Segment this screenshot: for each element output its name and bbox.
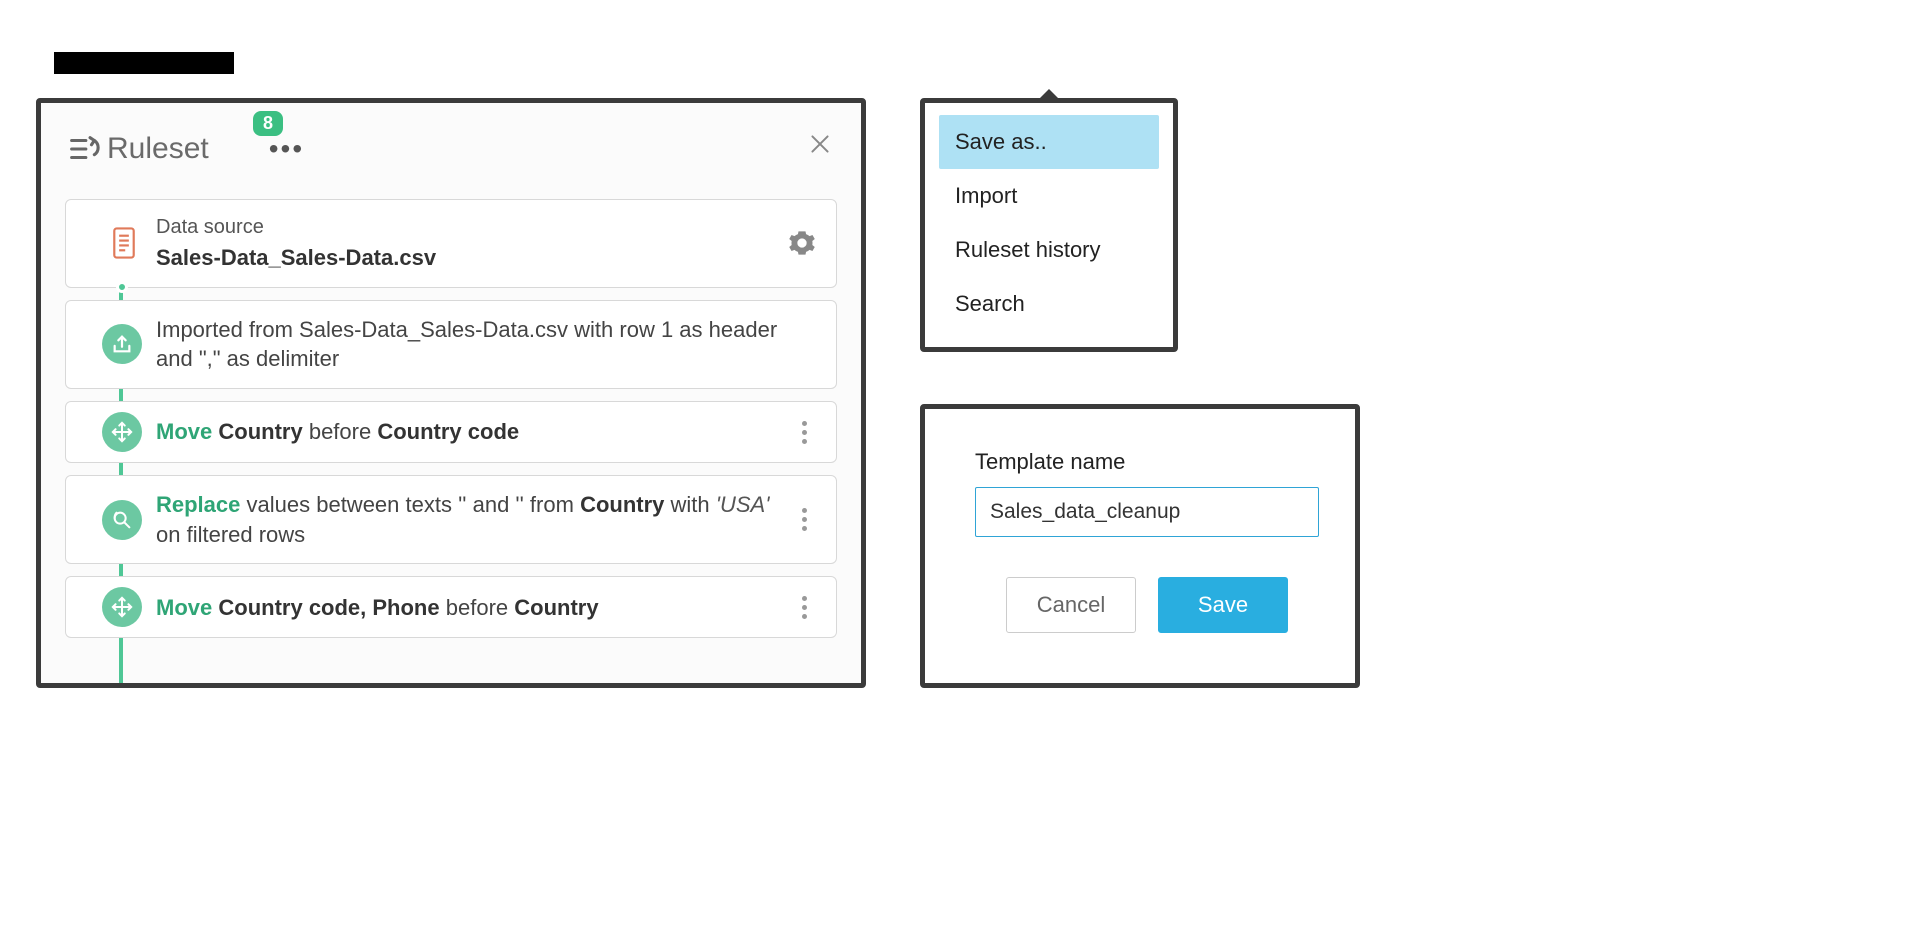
- rule-step-text: Imported from Sales-Data_Sales-Data.csv …: [156, 315, 816, 374]
- rule-step-move[interactable]: Move Country before Country code: [65, 401, 837, 463]
- menu-item-import[interactable]: Import: [939, 169, 1159, 223]
- rule-action: Move: [156, 419, 212, 444]
- menu-item-ruleset-history[interactable]: Ruleset history: [939, 223, 1159, 277]
- ruleset-header: Ruleset 8 •••: [65, 121, 837, 177]
- kebab-menu-icon[interactable]: [792, 421, 816, 444]
- ruleset-more-button[interactable]: •••: [269, 133, 304, 165]
- dialog-buttons: Cancel Save: [975, 577, 1319, 633]
- close-icon[interactable]: [807, 131, 833, 157]
- rule-step-text: Move Country code, Phone before Country: [156, 593, 792, 623]
- redacted-label: [54, 52, 234, 74]
- kebab-menu-icon[interactable]: [792, 508, 816, 531]
- data-source-label: Data source: [156, 214, 788, 241]
- data-source-filename: Sales-Data_Sales-Data.csv: [156, 245, 436, 270]
- rule-target: Country: [514, 595, 598, 620]
- rule-step-replace[interactable]: Replace values between texts '' and '' f…: [65, 475, 837, 564]
- rule-text-segment: with: [671, 492, 710, 517]
- import-icon: [102, 324, 142, 364]
- context-menu: Save as..ImportRuleset historySearch: [920, 98, 1178, 352]
- menu-item-save-as[interactable]: Save as..: [939, 115, 1159, 169]
- rule-columns: Country: [218, 419, 302, 444]
- rule-target: Country code: [377, 419, 519, 444]
- kebab-menu-icon[interactable]: [792, 596, 816, 619]
- rule-text-segment: values between texts '' and '' from: [247, 492, 574, 517]
- ruleset-icon: [65, 131, 101, 167]
- rule-step-move[interactable]: Move Country code, Phone before Country: [65, 576, 837, 638]
- rule-step-text: Replace values between texts '' and '' f…: [156, 490, 792, 549]
- data-source-text: Data source Sales-Data_Sales-Data.csv: [156, 214, 788, 273]
- replace-icon: [102, 500, 142, 540]
- ruleset-panel: Ruleset 8 ••• Data source: [36, 98, 866, 688]
- move-icon: [102, 587, 142, 627]
- data-source-card[interactable]: Data source Sales-Data_Sales-Data.csv: [65, 199, 837, 288]
- rule-step-text: Move Country before Country code: [156, 417, 792, 447]
- menu-item-search[interactable]: Search: [939, 277, 1159, 331]
- rule-relation: before: [309, 419, 371, 444]
- rule-columns: Country: [580, 492, 664, 517]
- gear-icon[interactable]: [788, 229, 816, 257]
- template-name-input[interactable]: [975, 487, 1319, 537]
- ruleset-count-badge: 8: [253, 111, 283, 136]
- save-button[interactable]: Save: [1158, 577, 1288, 633]
- cancel-button[interactable]: Cancel: [1006, 577, 1136, 633]
- rule-action: Replace: [156, 492, 240, 517]
- ruleset-steps: Data source Sales-Data_Sales-Data.csv Im…: [65, 199, 837, 678]
- save-dialog: Template name Cancel Save: [920, 404, 1360, 688]
- ruleset-title: Ruleset: [107, 132, 209, 166]
- rule-value: 'USA': [716, 492, 770, 517]
- rule-text-segment: on filtered rows: [156, 522, 305, 547]
- rule-relation: before: [446, 595, 508, 620]
- document-icon: [104, 223, 144, 263]
- rule-action: Move: [156, 595, 212, 620]
- move-icon: [102, 412, 142, 452]
- rule-step-import[interactable]: Imported from Sales-Data_Sales-Data.csv …: [65, 300, 837, 389]
- rule-columns: Country code, Phone: [218, 595, 439, 620]
- template-name-label: Template name: [975, 449, 1319, 475]
- timeline-start-dot: [116, 281, 128, 293]
